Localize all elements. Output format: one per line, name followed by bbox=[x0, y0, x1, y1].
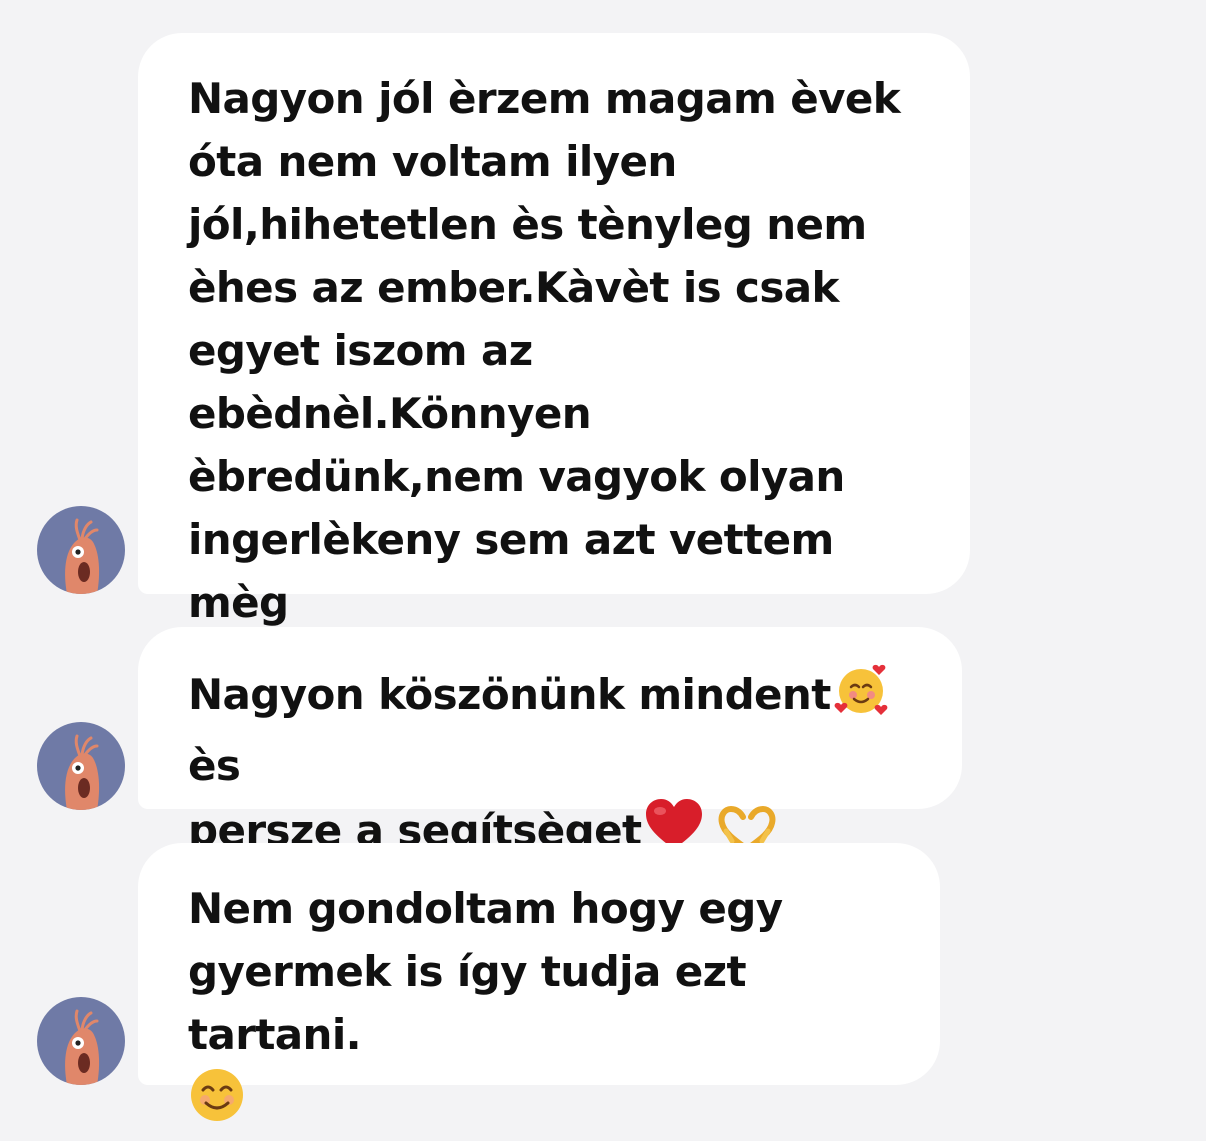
avatar[interactable] bbox=[37, 506, 125, 594]
message-bubble-3[interactable]: Nem gondoltam hogy egy gyermek is így tu… bbox=[138, 843, 940, 1121]
message-2-line1-end: ès bbox=[188, 741, 241, 790]
avatar[interactable] bbox=[37, 997, 125, 1085]
smiling-face-icon bbox=[188, 1066, 246, 1141]
shrimp-mascot-avatar-icon bbox=[65, 518, 100, 594]
message-text-3: Nem gondoltam hogy egy gyermek is így tu… bbox=[188, 877, 916, 1141]
avatar[interactable] bbox=[37, 722, 125, 810]
message-3-text: Nem gondoltam hogy egy gyermek is így tu… bbox=[188, 884, 783, 1059]
message-bubble-1[interactable]: Nagyon jól èrzem magam èvek óta nem volt… bbox=[138, 33, 970, 690]
message-text-1: Nagyon jól èrzem magam èvek óta nem volt… bbox=[188, 74, 901, 690]
message-2-line1: Nagyon köszönünk mindent bbox=[188, 670, 831, 719]
message-bubble-2[interactable]: Nagyon köszönünk mindentès persze a segí… bbox=[138, 627, 962, 855]
shrimp-mascot-avatar-icon bbox=[65, 734, 100, 810]
message-text-2: Nagyon köszönünk mindentès persze a segí… bbox=[188, 661, 938, 870]
shrimp-mascot-avatar-icon bbox=[65, 1009, 100, 1085]
smiling-face-with-hearts-icon bbox=[833, 661, 889, 734]
